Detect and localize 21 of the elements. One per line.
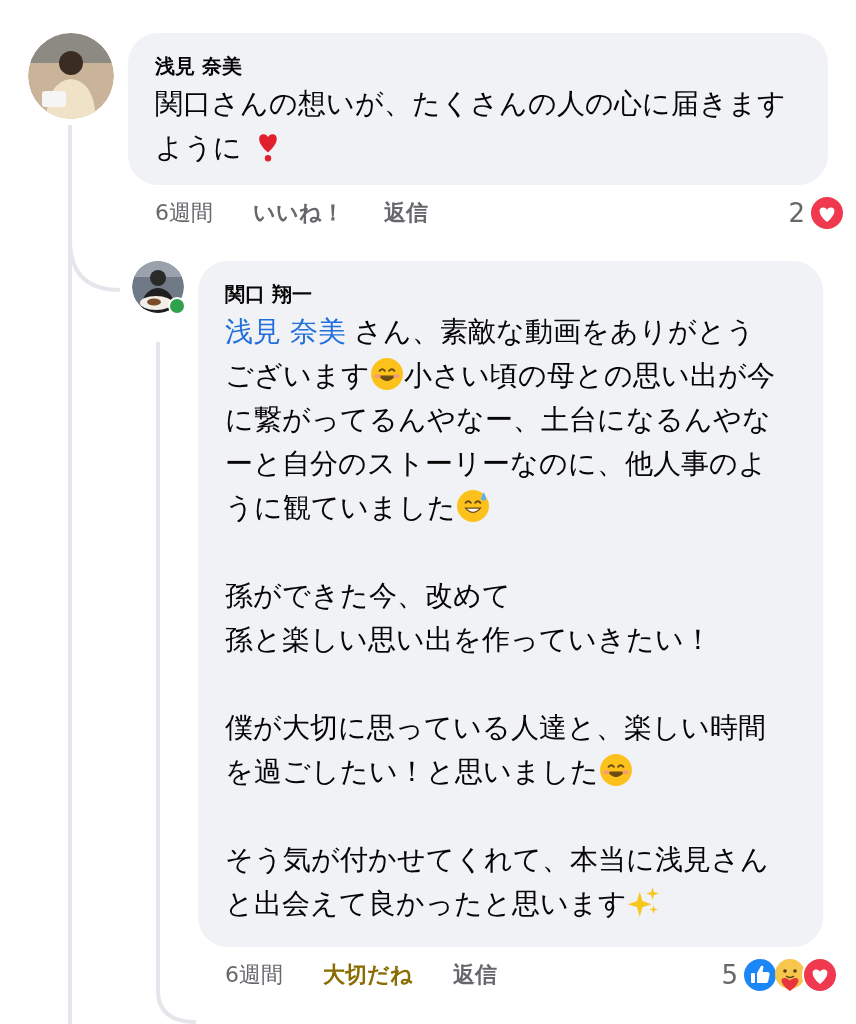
like-link[interactable]: 大切だね (323, 960, 413, 990)
sweat-smiley-icon (456, 489, 490, 523)
reply-link[interactable]: 返信 (384, 198, 428, 228)
author-name[interactable]: 浅見 奈美 (155, 51, 798, 81)
smiley-icon (599, 753, 633, 787)
reply-link[interactable]: 返信 (453, 960, 497, 990)
reaction-count[interactable]: 5 (721, 960, 738, 990)
comment-text: 関口さんの想いが、たくさんの人の心に届きますように (155, 86, 787, 165)
smiley-icon (370, 357, 404, 391)
reaction-count[interactable]: 2 (788, 198, 805, 228)
author-name[interactable]: 関口 翔一 (225, 279, 779, 309)
mention-link[interactable]: 浅見 奈美 (225, 315, 346, 347)
comment-text: 浅見 奈美 さん、素敵な動画をありがとうございます 小さい頃の母との思い出が今に繋がってるんやなー、土台になるんやなーと自分のストーリーなのに、他人事のように観ていました (225, 314, 776, 525)
like-link[interactable]: いいね！ (253, 198, 344, 228)
sparkles-icon (627, 885, 661, 919)
avatar[interactable] (132, 261, 184, 313)
comment-time[interactable]: 6週間 (155, 198, 213, 228)
comment-time[interactable]: 6週間 (225, 960, 283, 990)
comment-text: そう気が付かせてくれて、本当に浅見さんと出会えて良かったと思います (225, 842, 770, 921)
comment-text: 僕が大切に思っている人達と、楽しい時間を過ごしたい！と思いました (225, 710, 767, 789)
comment-text: 孫ができた今、改めて 孫と楽しい思い出を作っていきたい！ (225, 578, 713, 657)
